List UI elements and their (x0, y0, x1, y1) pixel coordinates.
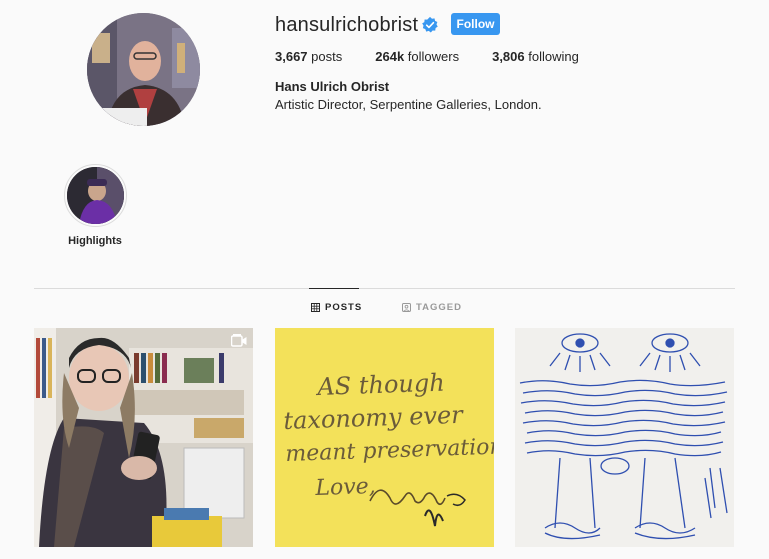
profile-photo-icon (87, 13, 200, 126)
tab-tagged[interactable]: TAGGED (402, 302, 462, 313)
tab-tagged-label: TAGGED (416, 302, 462, 313)
highlight-photo-icon (67, 167, 124, 224)
profile-username: hansulrichobrist (275, 14, 419, 36)
posts-count: 3,667 (275, 49, 308, 64)
post-tile-3[interactable] (515, 328, 734, 547)
tab-posts[interactable]: POSTS (311, 302, 362, 313)
posts-stat: 3,667 posts (275, 49, 342, 64)
followers-count: 264k (375, 49, 405, 64)
followers-label: followers (407, 49, 460, 64)
post-2-line-2: taxonomy ever (282, 400, 464, 435)
post-drawing-icon (515, 328, 734, 547)
profile-stats: 3,667 posts 264k followers 3,806 followi… (275, 49, 612, 64)
post-tile-2[interactable]: AS though taxonomy ever meant preservati… (275, 328, 494, 547)
followers-stat[interactable]: 264k followers (375, 49, 459, 64)
active-tab-indicator (309, 288, 359, 289)
post-2-line-3: meant preservation (285, 434, 494, 467)
grid-icon (311, 303, 320, 312)
video-badge-icon (231, 334, 247, 347)
highlight-thumbnail[interactable] (67, 167, 124, 224)
following-label: following (528, 49, 579, 64)
follow-button[interactable]: Follow (451, 13, 500, 35)
highlight-label: Highlights (68, 235, 122, 247)
following-stat[interactable]: 3,806 following (492, 49, 579, 64)
posts-label: posts (311, 49, 343, 64)
tab-posts-label: POSTS (325, 302, 363, 313)
profile-full-name: Hans Ulrich Obrist (275, 79, 390, 94)
tagged-icon (402, 303, 411, 312)
post-2-line-1: AS though (316, 368, 446, 401)
signature-icon (369, 489, 466, 527)
post-photo-icon (34, 328, 253, 547)
tabs-divider (34, 288, 735, 289)
profile-avatar[interactable] (87, 13, 200, 126)
following-count: 3,806 (492, 49, 525, 64)
verified-badge-icon (422, 16, 438, 33)
post-tile-1[interactable] (34, 328, 253, 547)
profile-bio: Artistic Director, Serpentine Galleries,… (275, 97, 542, 112)
